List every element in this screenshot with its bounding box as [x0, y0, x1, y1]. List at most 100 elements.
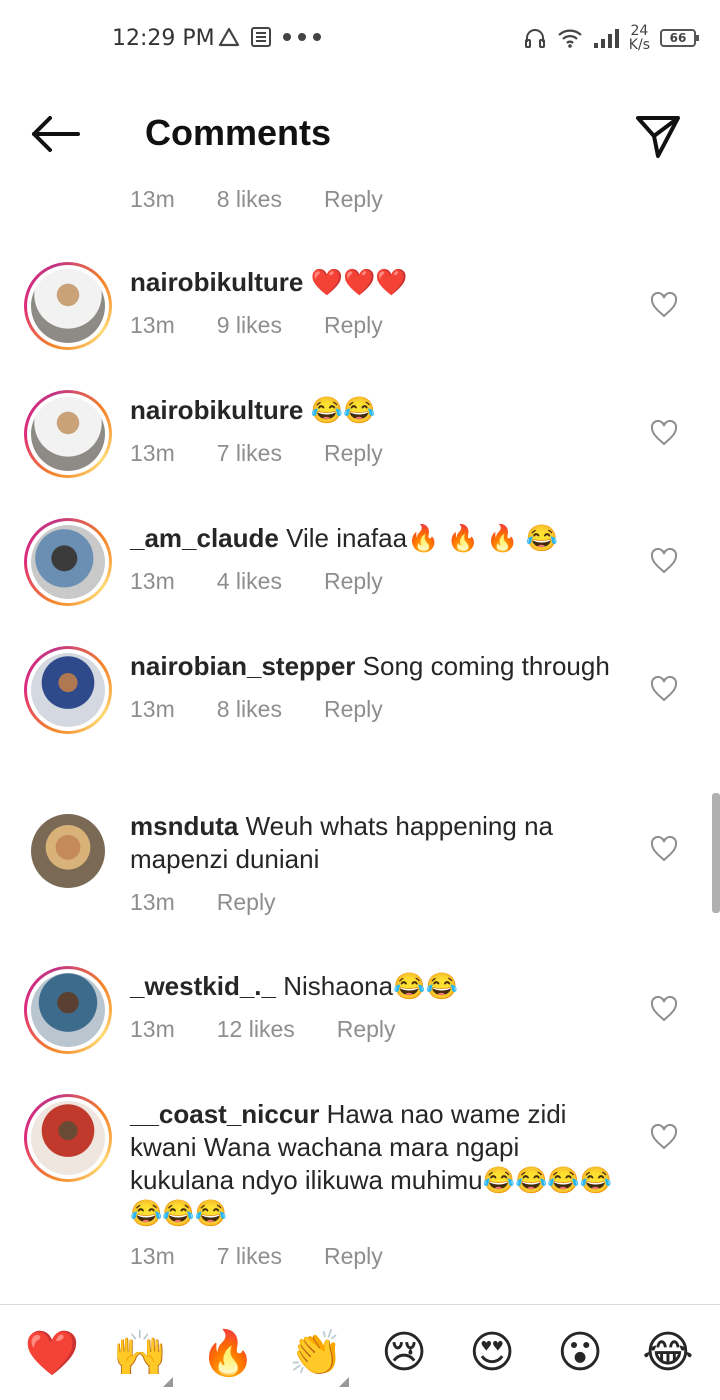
battery-indicator: 66	[660, 29, 699, 47]
reply-button[interactable]: Reply	[324, 309, 383, 342]
heart-icon[interactable]	[650, 292, 678, 318]
comment-username[interactable]: _westkid_._	[130, 971, 276, 1001]
comment-username[interactable]: msnduta	[130, 811, 238, 841]
comment-meta: 13m 7 likes Reply	[130, 1240, 630, 1273]
heart-icon[interactable]	[650, 420, 678, 446]
emoji-heart-button[interactable]: ❤️	[17, 1327, 87, 1379]
emoji-clap-button[interactable]: 👏	[281, 1327, 351, 1387]
emoji-surprised-button[interactable]: 😮	[545, 1327, 615, 1378]
scrollbar[interactable]	[712, 793, 720, 913]
avatar[interactable]	[24, 646, 112, 734]
comment-content: msnduta Weuh whats happening na mapenzi …	[130, 810, 630, 919]
skin-tone-indicator	[163, 1376, 173, 1387]
comment-text: _westkid_._ Nishaona😂😂	[130, 970, 630, 1003]
warning-triangle-icon	[218, 27, 240, 47]
reply-button[interactable]: Reply	[324, 437, 383, 470]
heart-icon[interactable]	[650, 676, 678, 702]
comment-meta: 13m 12 likes Reply	[130, 1013, 630, 1046]
avatar[interactable]	[24, 966, 112, 1054]
partial-comment-meta: 13m 8 likes Reply	[130, 186, 425, 213]
reply-button[interactable]: Reply	[324, 693, 383, 726]
comment-time: 13m	[130, 889, 175, 915]
comment-likes[interactable]: 8 likes	[217, 186, 282, 213]
comment-message: Song coming through	[362, 651, 610, 681]
comment-likes[interactable]: 4 likes	[217, 565, 282, 598]
heart-icon[interactable]	[650, 996, 678, 1022]
network-speed-value: 24	[630, 23, 649, 39]
emoji-raised-hands-icon: 🙌	[112, 1327, 168, 1379]
avatar[interactable]	[24, 390, 112, 478]
skin-tone-indicator	[339, 1376, 349, 1387]
emoji-reaction-bar: ❤️ 🙌 🔥 👏 😢 😍 😮 😂	[0, 1304, 720, 1400]
comment-message: Vile inafaa🔥 🔥 🔥 😂	[286, 523, 559, 553]
comment-username[interactable]: __coast_niccur	[130, 1099, 319, 1129]
header: Comments	[0, 92, 720, 182]
status-icons-right: 24 K/s 66	[523, 24, 699, 52]
heart-icon[interactable]	[650, 836, 678, 862]
comment-username[interactable]: nairobikulture	[130, 395, 303, 425]
avatar[interactable]	[24, 1094, 112, 1182]
comment-text: nairobikulture 😂😂	[130, 394, 630, 427]
comment-likes[interactable]: 9 likes	[217, 309, 282, 342]
comment-text: __coast_niccur Hawa nao wame zidi kwani …	[130, 1098, 630, 1230]
reply-button[interactable]: Reply	[324, 565, 383, 598]
comment-username[interactable]: nairobikulture	[130, 267, 303, 297]
network-speed-unit: K/s	[628, 37, 650, 53]
comment-content: _am_claude Vile inafaa🔥 🔥 🔥 😂 13m 4 like…	[130, 522, 630, 598]
emoji-clap-icon: 👏	[288, 1327, 344, 1379]
comment-text: _am_claude Vile inafaa🔥 🔥 🔥 😂	[130, 522, 630, 555]
emoji-raised-hands-button[interactable]: 🙌	[105, 1327, 175, 1387]
emoji-fire-button[interactable]: 🔥	[193, 1327, 263, 1379]
reply-button[interactable]: Reply	[324, 1240, 383, 1273]
wifi-icon	[558, 29, 582, 48]
comment-message: Nishaona😂😂	[283, 971, 458, 1001]
comment-content: nairobian_stepper Song coming through 13…	[130, 650, 630, 726]
headset-icon	[524, 29, 545, 48]
comment-meta: 13m 7 likes Reply	[130, 437, 630, 470]
comment-time: 13m	[130, 440, 175, 466]
avatar[interactable]	[24, 518, 112, 606]
comment-likes[interactable]: 7 likes	[217, 1240, 282, 1273]
comment-time: 13m	[130, 696, 175, 722]
comment-time: 13m	[130, 312, 175, 338]
emoji-laughing-button[interactable]: 😂	[633, 1327, 703, 1378]
emoji-heart-eyes-button[interactable]: 😍	[457, 1327, 527, 1378]
comment-meta: 13m 4 likes Reply	[130, 565, 630, 598]
news-icon	[251, 27, 271, 47]
heart-icon[interactable]	[650, 548, 678, 574]
comment-content: _westkid_._ Nishaona😂😂 13m 12 likes Repl…	[130, 970, 630, 1046]
comment-time: 13m	[130, 568, 175, 594]
comment-meta: 13m 9 likes Reply	[130, 309, 630, 342]
comment-username[interactable]: _am_claude	[130, 523, 279, 553]
comment-username[interactable]: nairobian_stepper	[130, 651, 355, 681]
comment-time: 13m	[130, 1016, 175, 1042]
network-speed: 24 K/s	[629, 24, 650, 52]
avatar[interactable]	[24, 262, 112, 350]
comment-likes[interactable]: 8 likes	[217, 693, 282, 726]
comment-message: ❤️❤️❤️	[310, 267, 408, 297]
emoji-crying-button[interactable]: 😢	[369, 1327, 439, 1378]
send-icon[interactable]	[634, 112, 682, 160]
comment-time: 13m	[130, 186, 175, 212]
comment-content: nairobikulture ❤️❤️❤️ 13m 9 likes Reply	[130, 266, 630, 342]
comment-text: nairobikulture ❤️❤️❤️	[130, 266, 630, 299]
status-icons-left	[218, 26, 322, 48]
heart-icon[interactable]	[650, 1124, 678, 1150]
comment-message: 😂😂	[310, 395, 376, 425]
comment-time: 13m	[130, 1243, 175, 1269]
status-bar: 12:29 PM 24 K/s 66	[0, 0, 720, 80]
back-arrow-icon[interactable]	[30, 114, 82, 154]
comment-content: nairobikulture 😂😂 13m 7 likes Reply	[130, 394, 630, 470]
status-time: 12:29 PM	[112, 26, 215, 51]
comment-likes[interactable]: 12 likes	[217, 1013, 295, 1046]
reply-button[interactable]: Reply	[324, 186, 383, 213]
reply-button[interactable]: Reply	[337, 1013, 396, 1046]
comment-text: msnduta Weuh whats happening na mapenzi …	[130, 810, 630, 876]
avatar[interactable]	[31, 814, 105, 888]
page-title: Comments	[145, 112, 332, 153]
comment-meta: 13m 8 likes Reply	[130, 693, 630, 726]
comment-content: __coast_niccur Hawa nao wame zidi kwani …	[130, 1098, 630, 1273]
signal-icon	[593, 29, 619, 48]
comment-likes[interactable]: 7 likes	[217, 437, 282, 470]
reply-button[interactable]: Reply	[217, 886, 276, 919]
